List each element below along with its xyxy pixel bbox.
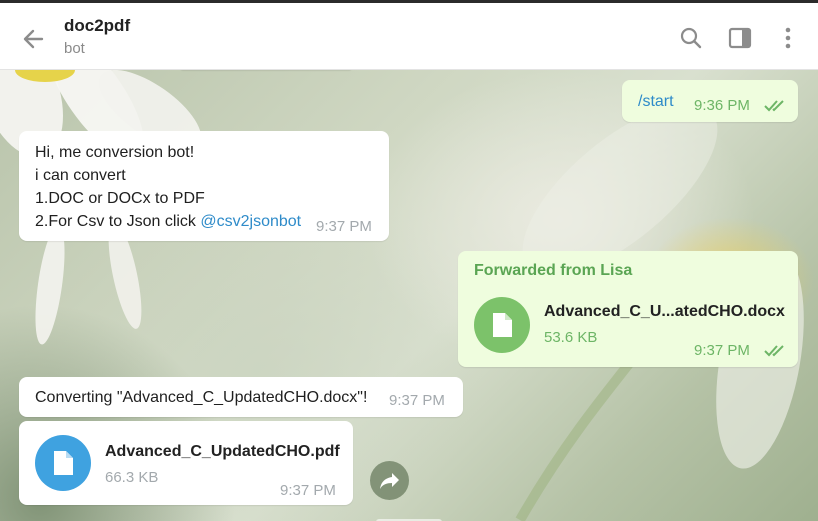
text-line-prefix: 2.For Csv to Json click bbox=[35, 213, 201, 230]
chat-status: bot bbox=[64, 40, 85, 57]
chat-header: doc2pdf bot bbox=[0, 3, 818, 70]
more-vertical-icon[interactable] bbox=[775, 25, 801, 51]
chat-title[interactable]: doc2pdf bbox=[64, 16, 130, 36]
message-text: Hi, me conversion bot! i can convert 1.D… bbox=[35, 141, 301, 233]
forward-message-button[interactable] bbox=[370, 461, 409, 500]
message-time: 9:37 PM bbox=[694, 342, 750, 359]
outgoing-message-start[interactable]: /start 9:36 PM bbox=[622, 80, 798, 122]
text-line: 1.DOC or DOCx to PDF bbox=[35, 190, 205, 207]
chat-messages-area[interactable]: /start 9:36 PM Hi, me conversion bot! i … bbox=[0, 70, 818, 521]
incoming-message-welcome[interactable]: Hi, me conversion bot! i can convert 1.D… bbox=[19, 131, 389, 241]
double-check-icon bbox=[764, 345, 784, 357]
search-icon[interactable] bbox=[678, 25, 704, 51]
forwarded-label[interactable]: Forwarded from Lisa bbox=[474, 262, 632, 280]
document-icon bbox=[493, 313, 512, 337]
text-line: i can convert bbox=[35, 167, 126, 184]
arrow-left-icon[interactable] bbox=[18, 24, 48, 54]
text-line: 2.For Csv to Json click @csv2jsonbot bbox=[35, 210, 301, 233]
bot-mention-link[interactable]: @csv2jsonbot bbox=[200, 213, 301, 230]
file-size: 53.6 KB bbox=[544, 329, 598, 346]
incoming-message-converting[interactable]: Converting "Advanced_C_UpdatedCHO.docx"!… bbox=[19, 377, 463, 417]
document-icon bbox=[54, 451, 73, 475]
share-forward-icon bbox=[380, 473, 399, 489]
double-check-icon bbox=[764, 100, 784, 112]
message-time: 9:37 PM bbox=[316, 218, 372, 235]
incoming-pdf-file[interactable]: Advanced_C_UpdatedCHO.pdf 66.3 KB 9:37 P… bbox=[19, 421, 353, 505]
message-time: 9:37 PM bbox=[280, 482, 336, 499]
command-link[interactable]: /start bbox=[638, 90, 674, 113]
message-time: 9:36 PM bbox=[694, 97, 750, 114]
file-download-button[interactable] bbox=[35, 435, 91, 491]
outgoing-forwarded-file[interactable]: Forwarded from Lisa Advanced_C_U...atedC… bbox=[458, 251, 798, 367]
message-text: Converting "Advanced_C_UpdatedCHO.docx"! bbox=[35, 389, 368, 406]
file-download-button[interactable] bbox=[474, 297, 530, 353]
file-size: 66.3 KB bbox=[105, 469, 159, 486]
file-name[interactable]: Advanced_C_U...atedCHO.docx bbox=[544, 303, 785, 321]
sidebar-panel-icon[interactable] bbox=[727, 25, 753, 51]
message-time: 9:37 PM bbox=[389, 392, 445, 409]
text-line: Hi, me conversion bot! bbox=[35, 144, 195, 161]
file-name[interactable]: Advanced_C_UpdatedCHO.pdf bbox=[105, 443, 340, 461]
